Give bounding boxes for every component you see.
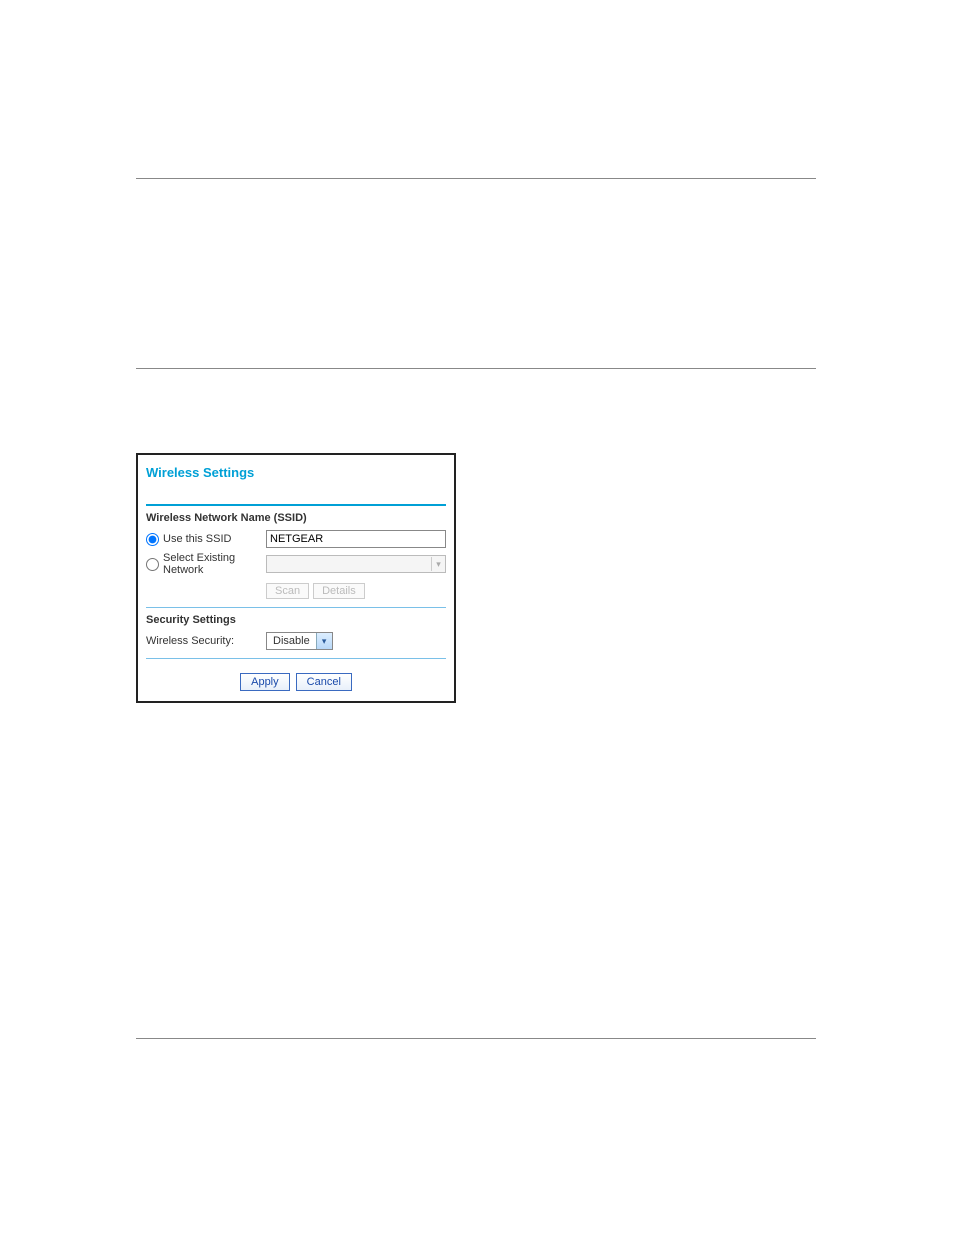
chevron-down-icon: ▾	[316, 633, 332, 649]
ssid-input[interactable]	[266, 530, 446, 548]
scan-button: Scan	[266, 583, 309, 599]
wireless-security-row: Wireless Security: Disable ▾	[146, 632, 446, 650]
scan-details-row: Scan Details	[146, 580, 446, 599]
page-divider-mid	[136, 368, 816, 369]
use-ssid-label: Use this SSID	[163, 533, 231, 545]
bottom-button-row: Apply Cancel	[146, 665, 446, 691]
wireless-security-value: Disable	[267, 635, 316, 647]
wireless-settings-panel: Wireless Settings Wireless Network Name …	[136, 453, 456, 703]
page-divider-top	[136, 178, 816, 179]
ssid-section-heading: Wireless Network Name (SSID)	[146, 512, 446, 524]
existing-network-dropdown: ▾	[266, 555, 446, 573]
section-divider	[146, 504, 446, 506]
chevron-down-icon: ▾	[431, 557, 445, 571]
section-divider-thin	[146, 607, 446, 608]
section-divider-thin	[146, 658, 446, 659]
security-section-heading: Security Settings	[146, 614, 446, 626]
panel-title: Wireless Settings	[146, 465, 446, 504]
cancel-button[interactable]: Cancel	[296, 673, 352, 691]
details-button: Details	[313, 583, 365, 599]
wireless-security-label: Wireless Security:	[146, 635, 266, 647]
wireless-security-select[interactable]: Disable ▾	[266, 632, 333, 650]
page-divider-bottom	[136, 1038, 816, 1039]
select-existing-label: Select Existing Network	[163, 552, 266, 576]
select-existing-radio[interactable]	[146, 558, 159, 571]
select-existing-row: Select Existing Network ▾	[146, 552, 446, 576]
use-ssid-row: Use this SSID	[146, 530, 446, 548]
apply-button[interactable]: Apply	[240, 673, 290, 691]
use-ssid-radio[interactable]	[146, 533, 159, 546]
